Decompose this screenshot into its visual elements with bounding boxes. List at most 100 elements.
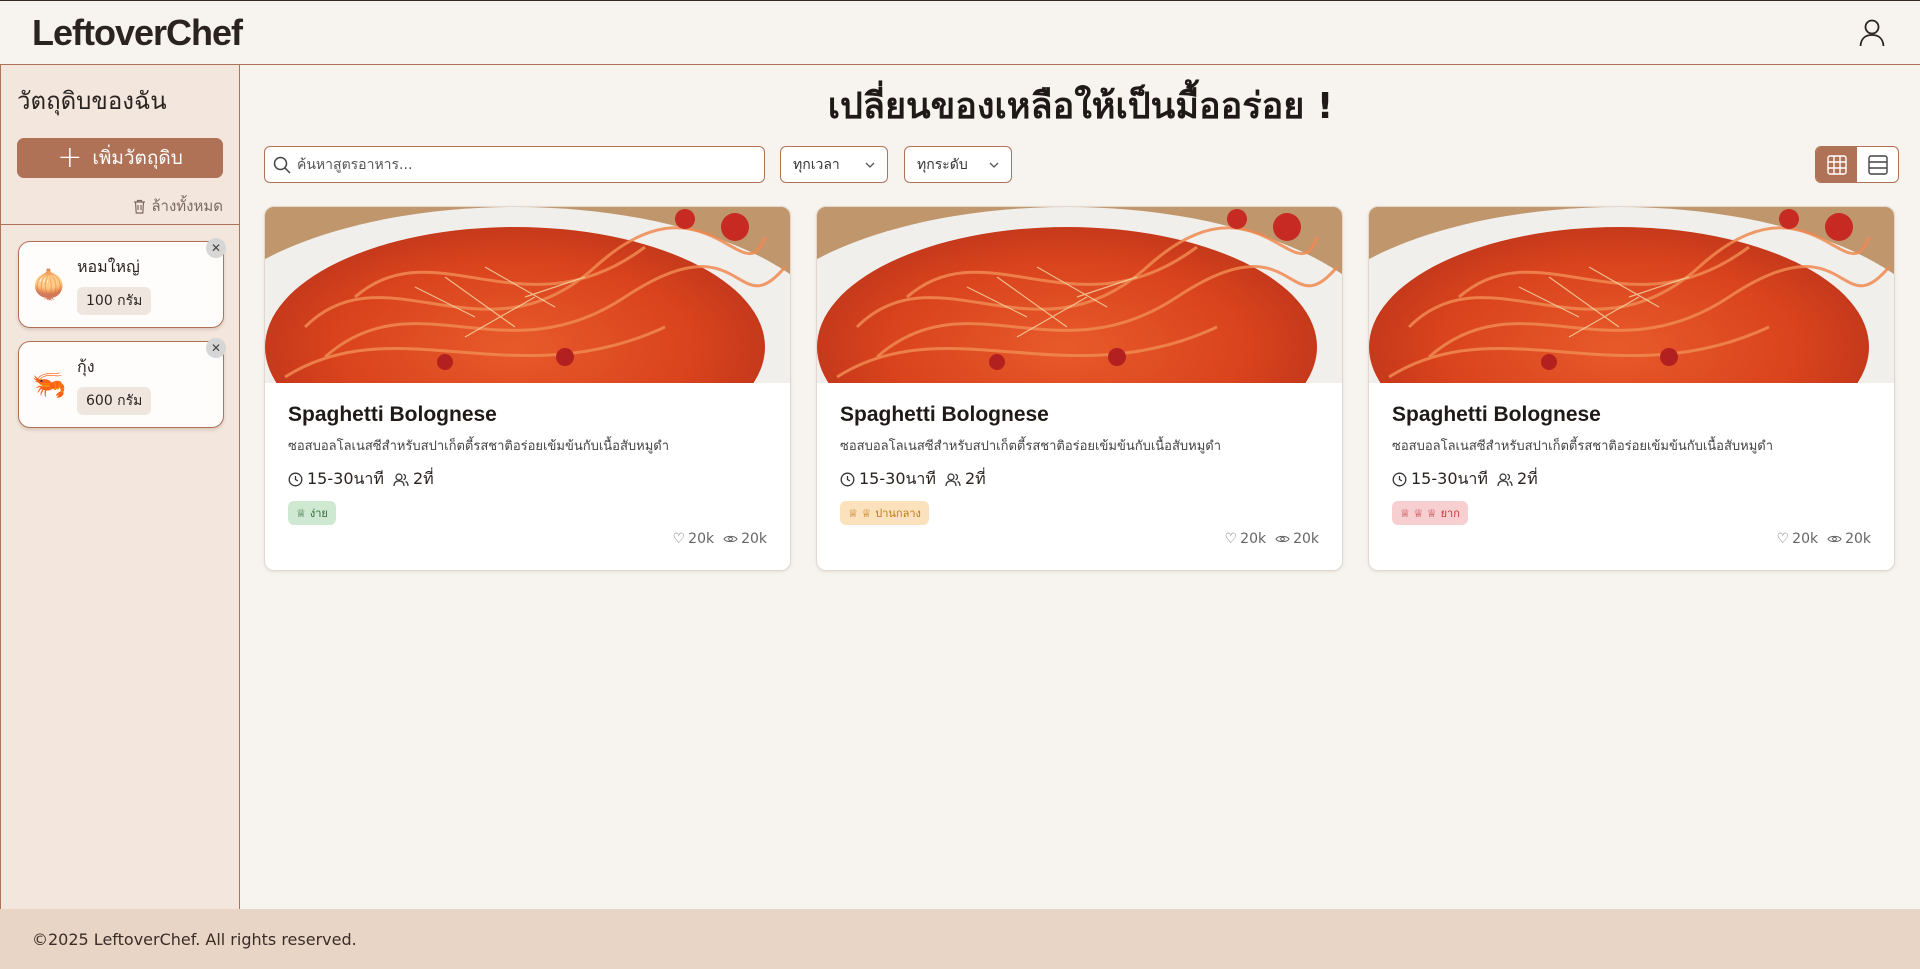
list-icon <box>1867 154 1888 175</box>
recipe-description: ซอสบอลโลเนสซีสำหรับสปาเก็ตตี้รสชาติอร่อย… <box>1392 439 1774 454</box>
ingredient-sidebar: วัตถุดิบของฉัน + เพิ่มวัตถุดิบ ล้างทั้งห… <box>0 65 240 909</box>
recipe-image <box>1369 207 1894 383</box>
search-input[interactable] <box>297 156 757 173</box>
servings-value: 2ที่ <box>1516 469 1538 488</box>
sidebar-title: วัตถุดิบของฉัน <box>17 87 167 115</box>
recipe-title: Spaghetti Bolognese <box>840 403 1049 426</box>
likes: ♡ 20k <box>1777 531 1818 547</box>
views-count: 20k <box>1293 531 1319 547</box>
recipe-description: ซอสบอลโลเนสซีสำหรับสปาเก็ตตี้รสชาติอร่อย… <box>288 439 670 454</box>
app-logo[interactable]: LeftoverChef <box>32 12 243 54</box>
ingredient-card[interactable]: 🦐 กุ้ง 600 กรัม ✕ <box>18 338 226 428</box>
difficulty-label: ปานกลาง <box>875 507 921 520</box>
ingredient-name: หอมใหญ่ <box>77 256 140 276</box>
footer: ©2025 LeftoverChef. All rights reserved. <box>0 909 1920 969</box>
plus-icon: + <box>57 140 83 175</box>
recipe-card[interactable]: Spaghetti Bolognese ซอสบอลโลเนสซีสำหรับส… <box>264 206 791 571</box>
cook-time: 15-30นาที <box>1392 467 1488 492</box>
servings: 2ที่ <box>1497 467 1538 492</box>
clock-icon <box>840 472 855 487</box>
cook-time-value: 15-30นาที <box>859 469 936 488</box>
sidebar-header: วัตถุดิบของฉัน + เพิ่มวัตถุดิบ ล้างทั้งห… <box>1 65 239 225</box>
servings: 2ที่ <box>393 467 434 492</box>
cook-time: 15-30นาที <box>288 467 384 492</box>
eye-icon <box>1827 535 1842 543</box>
heart-icon[interactable]: ♡ <box>673 531 686 547</box>
add-ingredient-button[interactable]: + เพิ่มวัตถุดิบ <box>17 138 223 178</box>
servings-value: 2ที่ <box>964 469 986 488</box>
likes-count: 20k <box>688 531 715 547</box>
recipe-card[interactable]: Spaghetti Bolognese ซอสบอลโลเนสซีสำหรับส… <box>816 206 1343 571</box>
people-icon <box>393 473 409 487</box>
recipe-stats: ♡ 20k 20k <box>1777 531 1871 547</box>
recipe-title: Spaghetti Bolognese <box>288 403 497 426</box>
recipe-stats: ♡ 20k 20k <box>673 531 767 547</box>
ingredient-quantity: 600 กรัม <box>77 386 152 415</box>
chevron-down-icon <box>989 162 999 168</box>
difficulty-label: ยาก <box>1440 507 1460 520</box>
search-icon <box>273 156 291 174</box>
eye-icon <box>723 535 738 543</box>
copyright-text: ©2025 LeftoverChef. All rights reserved. <box>32 929 357 949</box>
grid-icon <box>1826 154 1847 175</box>
servings-value: 2ที่ <box>412 469 434 488</box>
likes-count: 20k <box>1240 531 1267 547</box>
difficulty-badge: ♕ ♕ ♕ ยาก <box>1392 501 1468 525</box>
difficulty-label: ง่าย <box>309 507 328 520</box>
servings: 2ที่ <box>945 467 986 492</box>
people-icon <box>945 473 961 487</box>
chef-hat-icon: ♕ <box>296 506 306 520</box>
views-count: 20k <box>1845 531 1871 547</box>
recipe-card-body: Spaghetti Bolognese ซอสบอลโลเนสซีสำหรับส… <box>817 383 1342 570</box>
shrimp-icon: 🦐 <box>31 368 67 401</box>
cook-time-value: 15-30นาที <box>307 469 384 488</box>
heart-icon[interactable]: ♡ <box>1777 531 1790 547</box>
recipe-stats: ♡ 20k 20k <box>1225 531 1319 547</box>
recipe-card-body: Spaghetti Bolognese ซอสบอลโลเนสซีสำหรับส… <box>1369 383 1894 570</box>
remove-ingredient-icon[interactable]: ✕ <box>206 338 226 358</box>
ingredient-quantity: 100 กรัม <box>77 286 152 315</box>
recipe-meta: 15-30นาที 2ที่ <box>288 467 767 492</box>
page-title: เปลี่ยนของเหลือให้เป็นมื้ออร่อย ! <box>827 86 1334 127</box>
chevron-down-icon <box>865 162 875 168</box>
recipe-image <box>817 207 1342 383</box>
recipe-meta: 15-30นาที 2ที่ <box>1392 467 1871 492</box>
difficulty-badge: ♕ ♕ ปานกลาง <box>840 501 929 525</box>
clock-icon <box>288 472 303 487</box>
likes-count: 20k <box>1792 531 1819 547</box>
difficulty-filter-value: ทุกระดับ <box>917 156 968 173</box>
trash-icon <box>134 199 146 214</box>
recipe-image <box>265 207 790 383</box>
remove-ingredient-icon[interactable]: ✕ <box>206 238 226 258</box>
recipe-meta: 15-30นาที 2ที่ <box>840 467 1319 492</box>
cook-time: 15-30นาที <box>840 467 936 492</box>
views: 20k <box>1275 531 1319 547</box>
user-profile-icon[interactable] <box>1856 17 1888 49</box>
time-filter-select[interactable]: ทุกเวลา <box>780 146 888 183</box>
recipe-card[interactable]: Spaghetti Bolognese ซอสบอลโลเนสซีสำหรับส… <box>1368 206 1895 571</box>
heart-icon[interactable]: ♡ <box>1225 531 1238 547</box>
chef-hat-icon: ♕ ♕ ♕ <box>1400 506 1437 520</box>
likes: ♡ 20k <box>1225 531 1266 547</box>
onion-icon: 🧅 <box>31 268 67 301</box>
grid-view-button[interactable] <box>1816 147 1857 182</box>
time-filter-value: ทุกเวลา <box>793 156 840 173</box>
views-count: 20k <box>741 531 767 547</box>
chef-hat-icon: ♕ ♕ <box>848 506 872 520</box>
recipe-card-body: Spaghetti Bolognese ซอสบอลโลเนสซีสำหรับส… <box>265 383 790 570</box>
cook-time-value: 15-30นาที <box>1411 469 1488 488</box>
recipe-grid: Spaghetti Bolognese ซอสบอลโลเนสซีสำหรับส… <box>264 206 1895 571</box>
clear-all-button[interactable]: ล้างทั้งหมด <box>17 194 223 218</box>
top-bar: LeftoverChef <box>0 0 1920 65</box>
difficulty-badge: ♕ ง่าย <box>288 501 336 525</box>
list-view-button[interactable] <box>1857 147 1898 182</box>
view-toggle <box>1815 146 1899 183</box>
ingredient-card[interactable]: 🧅 หอมใหญ่ 100 กรัม ✕ <box>18 238 226 328</box>
main-content: เปลี่ยนของเหลือให้เป็นมื้ออร่อย ! ทุกเวล… <box>241 65 1920 909</box>
eye-icon <box>1275 535 1290 543</box>
views: 20k <box>1827 531 1871 547</box>
difficulty-filter-select[interactable]: ทุกระดับ <box>904 146 1012 183</box>
ingredient-list: 🧅 หอมใหญ่ 100 กรัม ✕ 🦐 กุ้ง 600 กรัม ✕ <box>1 225 239 444</box>
search-box[interactable] <box>264 146 765 183</box>
clear-all-label: ล้างทั้งหมด <box>151 197 223 215</box>
